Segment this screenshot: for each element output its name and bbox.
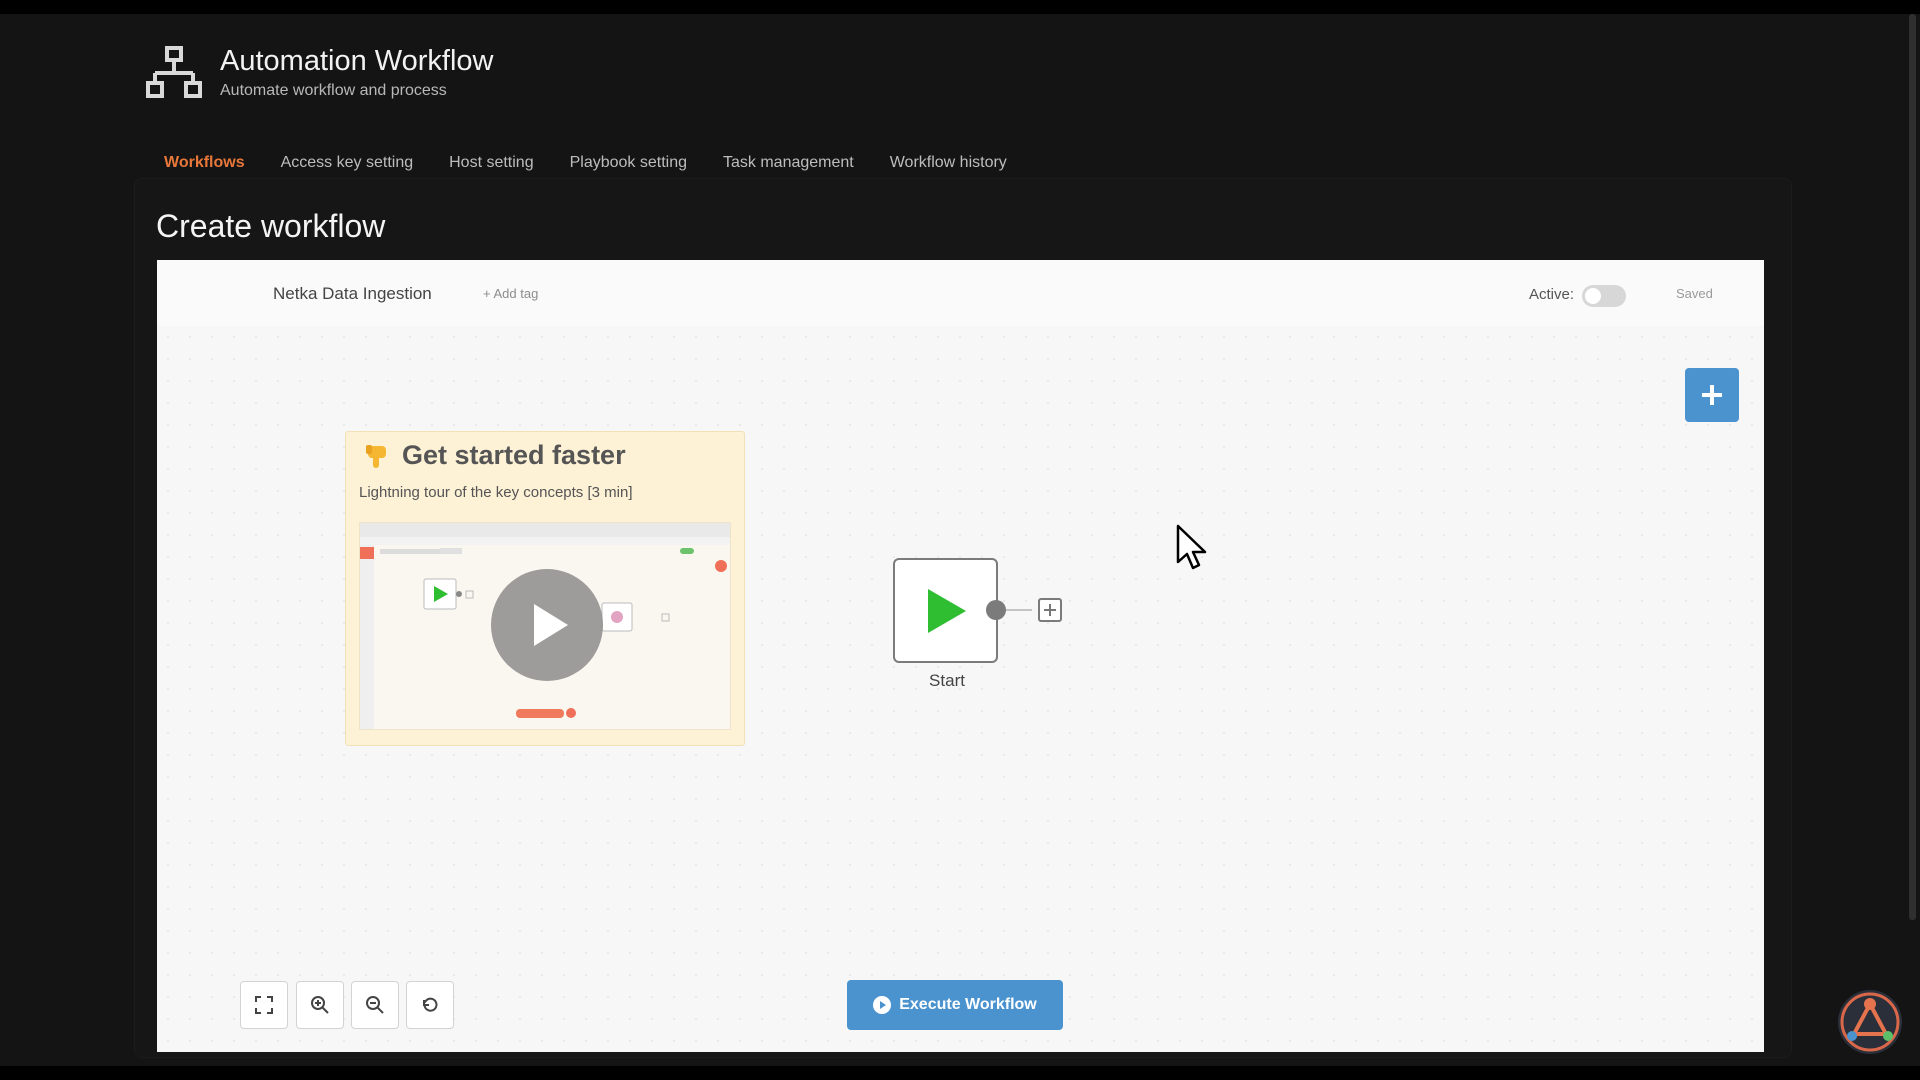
app-title: Automation Workflow xyxy=(220,45,494,77)
editor-topbar: Netka Data Ingestion + Add tag Active: S… xyxy=(157,260,1764,326)
toggle-knob xyxy=(1585,288,1601,304)
workflow-name[interactable]: Netka Data Ingestion xyxy=(273,284,432,304)
zoom-in-icon xyxy=(311,996,329,1014)
add-next-node-button[interactable] xyxy=(1038,598,1062,622)
node-output-handle[interactable] xyxy=(986,600,1006,620)
reset-zoom-button[interactable] xyxy=(406,981,454,1029)
start-node-label: Start xyxy=(929,671,965,690)
sticky-title-row: Get started faster xyxy=(364,440,626,471)
workflow-canvas[interactable]: Netka Data Ingestion + Add tag Active: S… xyxy=(157,260,1764,1052)
play-video-button[interactable] xyxy=(491,569,603,681)
app-header: Automation Workflow Automate workflow an… xyxy=(146,44,493,102)
execute-workflow-label: Execute Workflow xyxy=(899,996,1037,1013)
execute-workflow-button[interactable]: Execute Workflow xyxy=(847,980,1063,1030)
zoom-in-button[interactable] xyxy=(296,981,344,1029)
add-tag-link[interactable]: + Add tag xyxy=(483,286,538,301)
assistant-logo-icon xyxy=(1840,992,1900,1052)
app-subtitle: Automate workflow and process xyxy=(220,82,447,99)
sticky-subtitle: Lightning tour of the key concepts [3 mi… xyxy=(359,484,633,501)
start-node[interactable] xyxy=(893,558,998,663)
fit-view-button[interactable] xyxy=(240,981,288,1029)
plus-icon xyxy=(1044,604,1056,616)
play-icon xyxy=(534,604,568,646)
sitemap-icon xyxy=(146,46,202,98)
play-icon xyxy=(927,588,966,633)
mouse-cursor-icon xyxy=(1176,524,1207,570)
zoom-out-icon xyxy=(366,996,384,1014)
video-thumbnail[interactable] xyxy=(359,522,731,730)
sticky-note[interactable]: Get started faster Lightning tour of the… xyxy=(345,431,745,746)
zoom-out-button[interactable] xyxy=(351,981,399,1029)
sticky-title: Get started faster xyxy=(402,440,626,470)
helper-logo[interactable] xyxy=(1838,990,1902,1054)
save-status: Saved xyxy=(1676,286,1713,301)
page-scrollbar[interactable] xyxy=(1909,14,1916,920)
play-circle-icon xyxy=(873,996,892,1014)
active-label: Active: xyxy=(1529,286,1575,303)
page-title: Create workflow xyxy=(156,208,386,244)
active-toggle[interactable] xyxy=(1582,285,1626,307)
pointing-down-hand-icon xyxy=(366,444,386,468)
plus-icon xyxy=(1702,385,1722,405)
add-node-button[interactable] xyxy=(1685,368,1739,422)
node-connector-line xyxy=(1006,609,1032,611)
undo-icon xyxy=(423,997,438,1012)
fullscreen-icon xyxy=(255,996,273,1014)
